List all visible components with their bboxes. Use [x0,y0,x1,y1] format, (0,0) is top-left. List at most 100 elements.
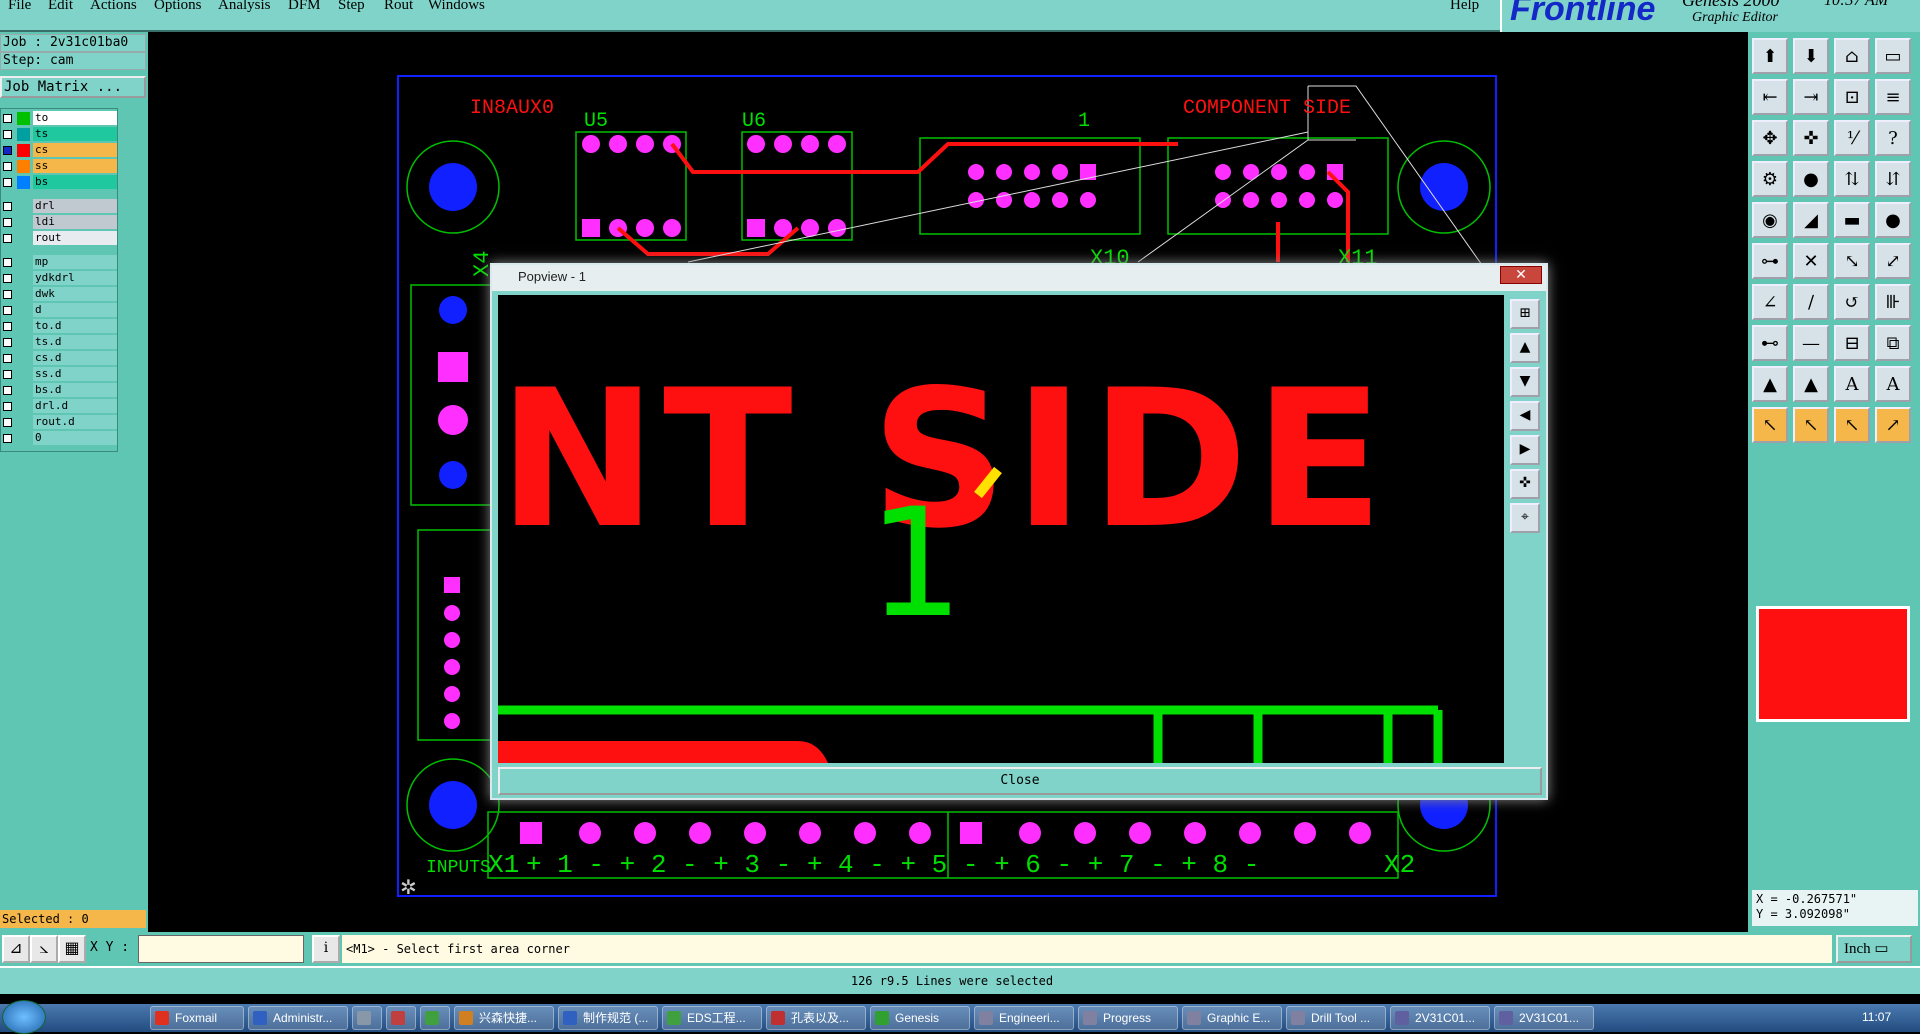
layer-row-drl-d[interactable]: drl.d [1,399,119,414]
pan-icon[interactable]: ✥ [1752,120,1788,156]
menu-options[interactable]: Options [154,0,202,14]
layout-icon[interactable]: ▭ [1875,38,1911,74]
bar-icon[interactable]: ▬ [1834,202,1870,238]
zoom-out-icon[interactable]: ⌖ [1510,503,1540,533]
layer-row-d[interactable]: d [1,303,119,318]
xy-input[interactable] [138,935,304,963]
open-icon[interactable]: ⬆ [1752,38,1788,74]
line-icon[interactable]: ◢ [1793,202,1829,238]
layer-checkbox[interactable] [3,434,12,443]
layer-checkbox[interactable] [3,290,12,299]
layer-row-to[interactable]: to [1,111,119,126]
shape2-icon[interactable]: ▲ [1793,366,1829,402]
text2-icon[interactable]: A [1875,366,1911,402]
menu-rout[interactable]: Rout [384,0,413,14]
center-icon[interactable]: ✜ [1793,120,1829,156]
rotate-icon[interactable]: ↺ [1834,284,1870,320]
layer-checkbox[interactable] [3,130,12,139]
taskbar-item[interactable]: Progress [1078,1006,1178,1030]
pan-right-icon[interactable]: ▶ [1510,435,1540,465]
circle-icon[interactable]: ● [1875,202,1911,238]
menu-analysis[interactable]: Analysis [218,0,271,14]
connect-icon[interactable]: ⊶ [1752,243,1788,279]
zoom-fit-icon[interactable]: ⊞ [1510,299,1540,329]
text-icon[interactable]: A [1834,366,1870,402]
start-button[interactable] [2,1000,46,1034]
angle-icon[interactable]: ∠ [1752,284,1788,320]
layer-checkbox[interactable] [3,202,12,211]
layer-row-ldi[interactable]: ldi [1,215,119,230]
snap-icon[interactable]: ⊿ [2,935,30,963]
grid-icon[interactable]: ▦ [58,935,86,963]
taskbar-item[interactable]: Administr... [248,1006,348,1030]
layer-row-ts[interactable]: ts [1,127,119,142]
help-icon[interactable]: ? [1875,120,1911,156]
layer-row-cs[interactable]: cs [1,143,119,158]
layer-checkbox[interactable] [3,402,12,411]
stretch-icon[interactable]: ⤢ [1875,243,1911,279]
select2-icon[interactable]: ↖ [1793,407,1829,443]
layer-checkbox[interactable] [3,354,12,363]
save-icon[interactable]: ⬇ [1793,38,1829,74]
layer-checkbox[interactable] [3,258,12,267]
swap-icon[interactable]: ⇅ [1834,161,1870,197]
layer-row-dwk[interactable]: dwk [1,287,119,302]
select3-icon[interactable]: ↖ [1834,407,1870,443]
layer-row-cs-d[interactable]: cs.d [1,351,119,366]
taskbar-item[interactable]: Graphic E... [1182,1006,1282,1030]
layer-checkbox[interactable] [3,218,12,227]
select4-icon[interactable]: ↗ [1875,407,1911,443]
slash-icon[interactable]: ∕ [1793,284,1829,320]
taskbar-item[interactable] [386,1006,416,1030]
home-icon[interactable]: ⌂ [1834,38,1870,74]
copy-icon[interactable]: ⧉ [1875,325,1911,361]
layer-row-0[interactable]: 0 [1,431,119,446]
pan-up-icon[interactable]: ▲ [1510,333,1540,363]
taskbar-item[interactable] [352,1006,382,1030]
layer-checkbox[interactable] [3,370,12,379]
layer-row-ts-d[interactable]: ts.d [1,335,119,350]
taskbar-item[interactable]: Drill Tool ... [1286,1006,1386,1030]
layer-checkbox[interactable] [3,162,12,171]
menu-dfm[interactable]: DFM [288,0,321,14]
layer-checkbox[interactable] [3,306,12,315]
layer-row-bs[interactable]: bs [1,175,119,190]
layer-row-to-d[interactable]: to.d [1,319,119,334]
menu-file[interactable]: File [8,0,31,14]
menu-actions[interactable]: Actions [90,0,137,14]
measure-icon[interactable]: ⦣ [30,935,58,963]
taskbar-item[interactable] [420,1006,450,1030]
layer-row-mp[interactable]: mp [1,255,119,270]
menu-step[interactable]: Step [338,0,365,14]
layer-row-bs-d[interactable]: bs.d [1,383,119,398]
menu-windows[interactable]: Windows [428,0,485,14]
layer-checkbox[interactable] [3,274,12,283]
swap2-icon[interactable]: ⇵ [1875,161,1911,197]
layer-checkbox[interactable] [3,322,12,331]
close-icon[interactable]: ✕ [1500,266,1542,284]
layer-checkbox[interactable] [3,114,12,123]
minus-icon[interactable]: — [1793,325,1829,361]
layer-checkbox[interactable] [3,178,12,187]
info-icon[interactable]: ⅰ [312,935,340,963]
move-icon[interactable]: ⤡ [1834,243,1870,279]
layer-checkbox[interactable] [3,338,12,347]
taskbar-item[interactable]: 制作规范 (... [558,1006,658,1030]
taskbar-item[interactable]: EDS工程... [662,1006,762,1030]
pad-icon[interactable]: ◉ [1752,202,1788,238]
prev-icon[interactable]: ⇤ [1752,79,1788,115]
taskbar-item[interactable]: 2V31C01... [1494,1006,1594,1030]
scale-icon[interactable]: ⅟ [1834,120,1870,156]
popview-canvas[interactable]: NT SIDE 1 [498,295,1504,763]
popview-close-button[interactable]: Close [498,767,1542,795]
unit-selector[interactable]: Inch ▭ [1836,935,1912,963]
menu-help[interactable]: Help [1450,0,1479,14]
layer-checkbox[interactable] [3,418,12,427]
shape-icon[interactable]: ▲ [1752,366,1788,402]
taskbar-item[interactable]: 孔表以及... [766,1006,866,1030]
fit-icon[interactable]: ⊡ [1834,79,1870,115]
layer-row-rout[interactable]: rout [1,231,119,246]
layer-row-drl[interactable]: drl [1,199,119,214]
taskbar-item[interactable]: Foxmail [150,1006,244,1030]
settings-icon[interactable]: ⚙ [1752,161,1788,197]
